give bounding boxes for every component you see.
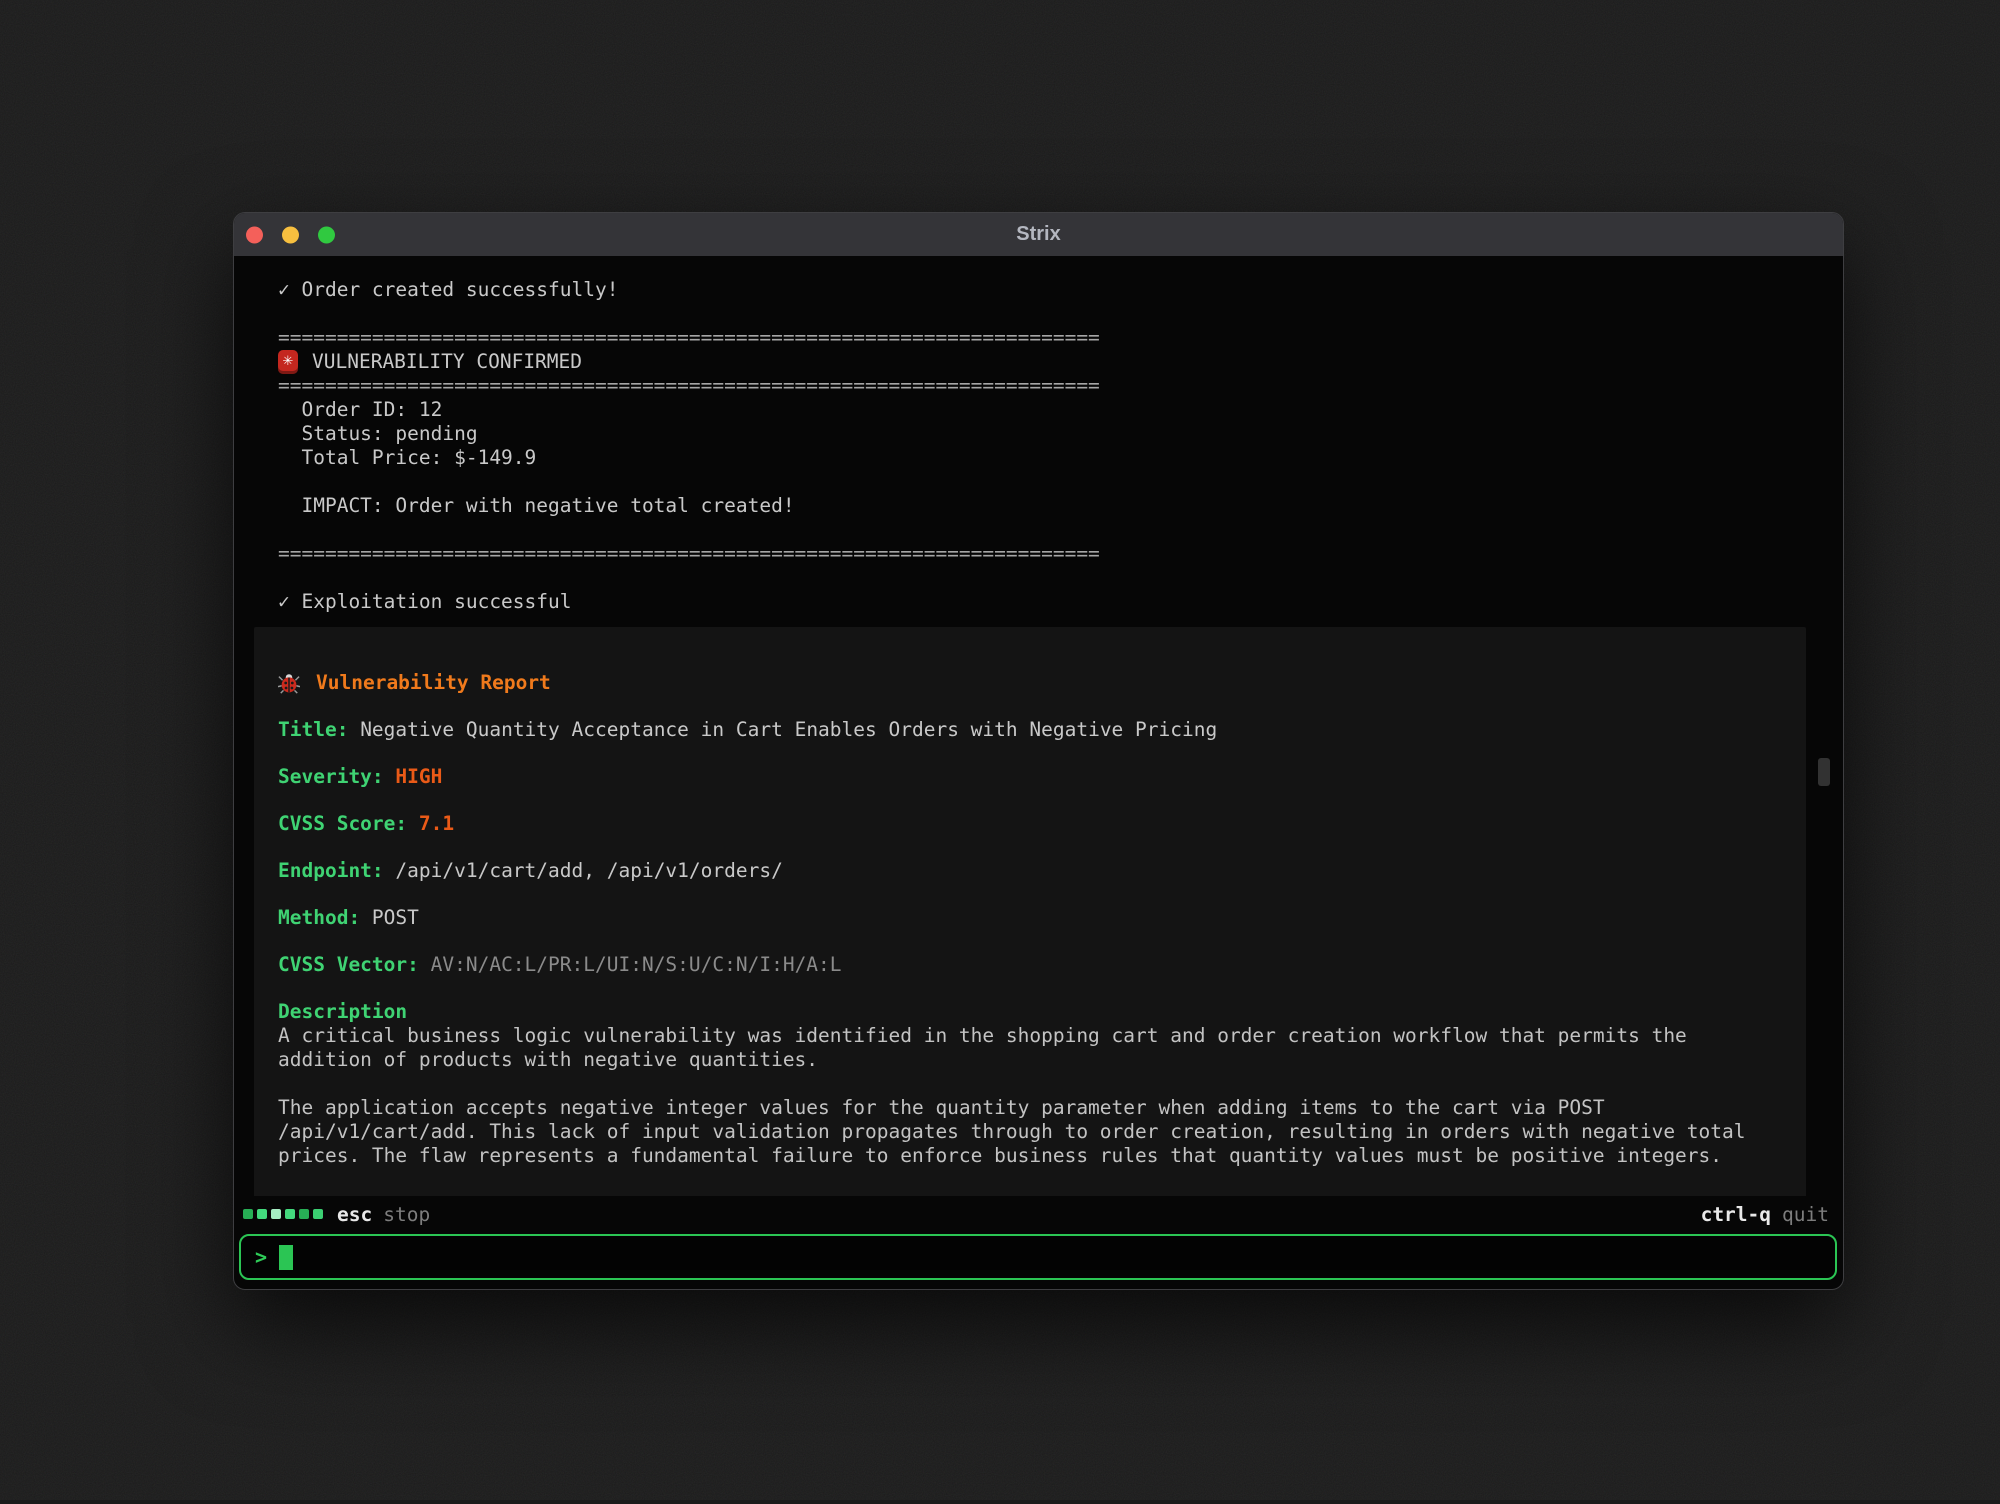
order-status-line: Status: pending [234,422,1843,446]
description-paragraph-1: A critical business logic vulnerability … [278,1024,1782,1072]
method-value: POST [360,906,419,929]
lady-beetle-icon [278,672,300,694]
police-light-icon: ✳ [278,350,298,374]
vulnerability-report-panel: Vulnerability Report Title: Negative Qua… [254,627,1806,1196]
endpoint-value: /api/v1/cart/add, /api/v1/orders/ [384,859,783,882]
vulnerability-confirmed-title: VULNERABILITY CONFIRMED [312,350,582,373]
cvss-vector-label: CVSS Vector: [278,953,419,976]
spinner-square [313,1209,323,1219]
cvss-vector-value: AV:N/AC:L/PR:L/UI:N/S:U/C:N/I:H/A:L [419,953,842,976]
endpoint-label: Endpoint: [278,859,384,882]
title-value: Negative Quantity Acceptance in Cart Ena… [348,718,1217,741]
spinner-square [271,1209,281,1219]
esc-action-hint: stop [383,1203,430,1226]
quit-key-hint: ctrl-q [1701,1203,1771,1226]
separator-line: ========================================… [234,374,1843,398]
close-button[interactable] [246,226,263,243]
cvss-score-label: CVSS Score: [278,812,407,835]
esc-key-hint: esc [337,1203,372,1226]
terminal-output[interactable]: ✓ Order created successfully! ==========… [234,256,1843,1196]
scrollbar-thumb[interactable] [1818,758,1830,786]
severity-label: Severity: [278,765,384,788]
title-label: Title: [278,718,348,741]
report-severity-field: Severity: HIGH [278,765,1782,789]
order-id-line: Order ID: 12 [234,398,1843,422]
quit-action-hint: quit [1782,1203,1829,1226]
severity-value: HIGH [384,765,443,788]
zoom-button[interactable] [318,226,335,243]
order-success-line: ✓ Order created successfully! [234,278,1843,302]
spinner-square [243,1209,253,1219]
impact-line: IMPACT: Order with negative total create… [234,494,1843,518]
separator-line: ========================================… [234,542,1843,566]
cvss-score-value: 7.1 [407,812,454,835]
traffic-lights [246,226,335,243]
strix-terminal-window: Strix ✓ Order created successfully! ====… [233,212,1844,1290]
report-endpoint-field: Endpoint: /api/v1/cart/add, /api/v1/orde… [278,859,1782,883]
report-cvss-score-field: CVSS Score: 7.1 [278,812,1782,836]
report-header-title: Vulnerability Report [316,671,551,695]
report-cvss-vector-field: CVSS Vector: AV:N/AC:L/PR:L/UI:N/S:U/C:N… [278,953,1782,977]
minimize-button[interactable] [282,226,299,243]
method-label: Method: [278,906,360,929]
vulnerability-confirmed-line: ✳ VULNERABILITY CONFIRMED [234,350,1843,374]
report-title-field: Title: Negative Quantity Acceptance in C… [278,718,1782,742]
report-method-field: Method: POST [278,906,1782,930]
description-heading: Description [278,1000,1782,1024]
window-title: Strix [1016,223,1060,246]
exploitation-success-line: ✓ Exploitation successful [234,590,1843,614]
total-price-line: Total Price: $-149.9 [234,446,1843,470]
description-paragraph-2: The application accepts negative integer… [278,1096,1782,1168]
spinner-square [285,1209,295,1219]
spinner-square [299,1209,309,1219]
command-input[interactable]: > [239,1234,1837,1280]
text-cursor [279,1245,293,1270]
status-bar: esc stop ctrl-q quit [234,1196,1843,1232]
window-titlebar[interactable]: Strix [234,213,1843,256]
report-header: Vulnerability Report [278,671,1782,695]
input-prompt: > [255,1245,267,1269]
spinner-square [257,1209,267,1219]
activity-spinner [243,1209,323,1219]
separator-line: ========================================… [234,326,1843,350]
